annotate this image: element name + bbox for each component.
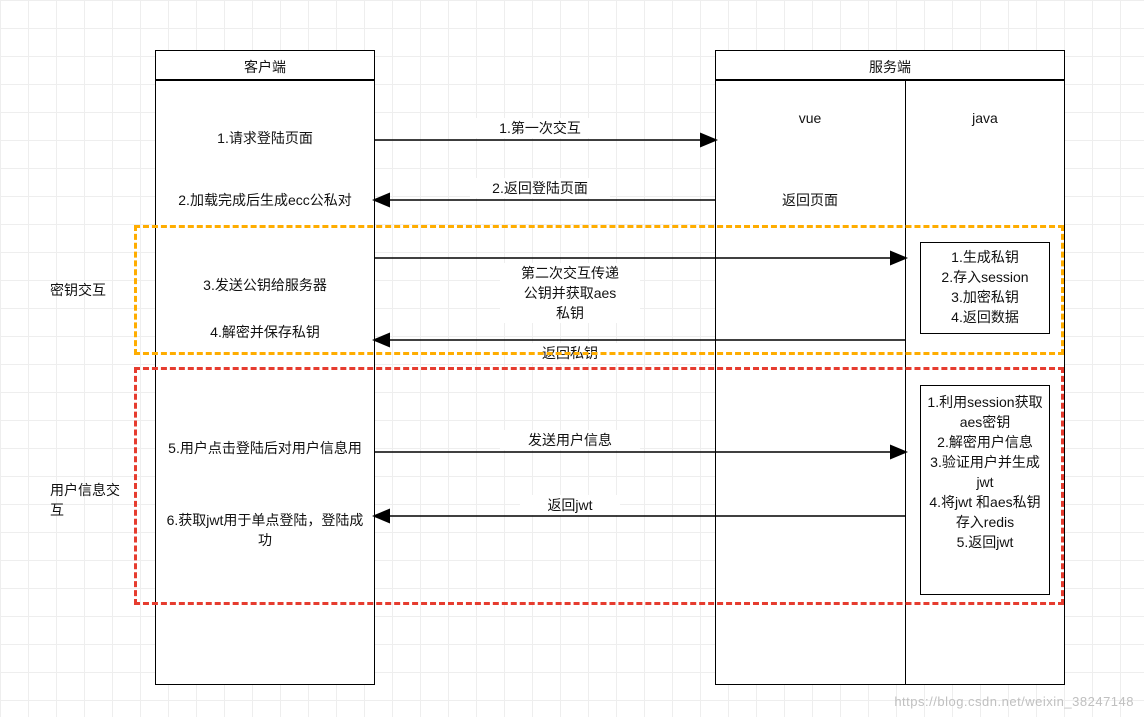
arrow2-label: 2.返回登陆页面 [470, 178, 610, 198]
group-key-exchange-label: 密钥交互 [50, 280, 106, 300]
group-user-info [134, 367, 1064, 605]
group-user-info-l1: 用户信息交 [50, 480, 120, 500]
group-user-info-l2: 互 [50, 500, 120, 520]
group-user-info-label: 用户信息交 互 [50, 480, 120, 520]
watermark: https://blog.csdn.net/weixin_38247148 [894, 694, 1134, 709]
group-key-exchange [134, 225, 1064, 355]
arrow1-label: 1.第一次交互 [470, 118, 610, 138]
